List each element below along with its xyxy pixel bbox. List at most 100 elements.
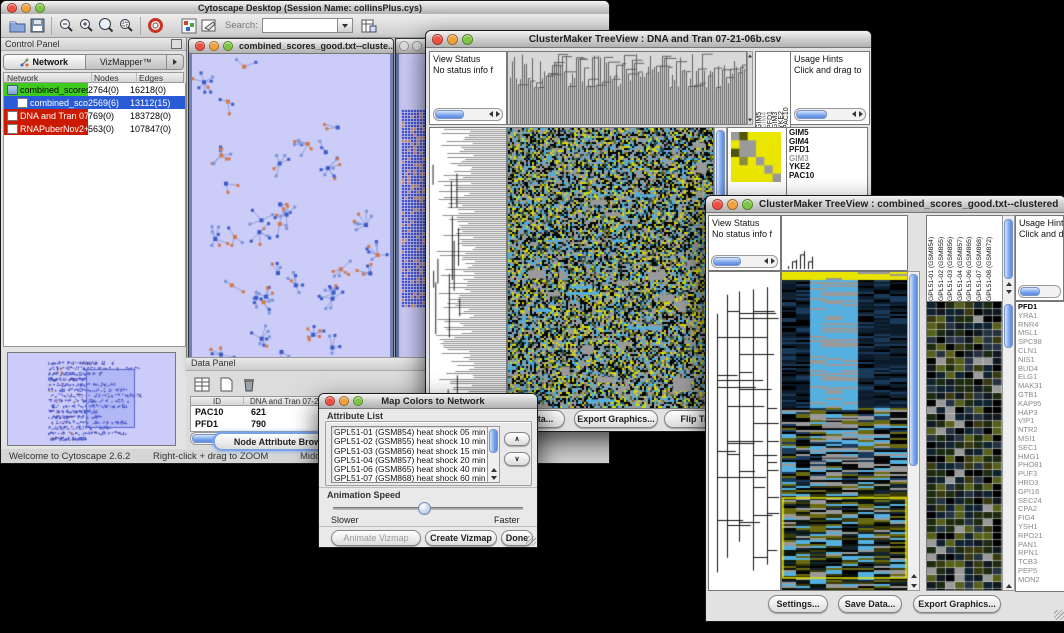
open-file-icon[interactable]	[7, 16, 27, 36]
network-list-row[interactable]: RNAPuberNov2+ 563(0) 107847(0)	[4, 122, 185, 135]
view-status-scrollbar[interactable]	[433, 108, 503, 121]
delete-attribute-icon[interactable]	[238, 374, 258, 394]
map-colors-dialog[interactable]: Map Colors to Network Attribute List GPL…	[318, 393, 538, 548]
zoom-button[interactable]	[462, 34, 473, 45]
minimize-button[interactable]	[21, 3, 31, 13]
create-vizmap-button[interactable]: Create Vizmap	[425, 530, 497, 546]
tv2-column-dendrogram[interactable]	[781, 215, 908, 271]
more-tabs-button[interactable]	[167, 54, 184, 70]
help-lifering-icon[interactable]	[145, 16, 165, 36]
main-titlebar[interactable]: Cytoscape Desktop (Session Name: collins…	[1, 1, 609, 15]
save-icon[interactable]	[27, 16, 47, 36]
zoom-button[interactable]	[35, 3, 45, 13]
tv1-row-dendrogram[interactable]	[429, 127, 507, 409]
network-canvas[interactable]	[189, 54, 393, 371]
new-attribute-icon[interactable]	[216, 374, 236, 394]
zoom-button[interactable]	[742, 199, 753, 210]
resize-grip[interactable]	[526, 536, 536, 546]
zoom-out-icon[interactable]	[56, 16, 76, 36]
network-list-row[interactable]: DNA and Tran 07 769(0) 183728(0)	[4, 109, 185, 122]
column-label[interactable]: GPL51-01 (GSM854)	[928, 217, 936, 301]
attribute-table-icon[interactable]	[192, 374, 212, 394]
close-button[interactable]	[325, 396, 335, 406]
search-input[interactable]	[262, 18, 338, 33]
annotation-icon[interactable]	[179, 16, 199, 36]
tv1-heatmap[interactable]	[507, 127, 714, 409]
treeview2-titlebar[interactable]: ClusterMaker TreeView : combined_scores_…	[706, 196, 1064, 213]
network-list-row[interactable]: combined_scores 2764(0) 16218(0)	[4, 83, 185, 96]
treeview2-window[interactable]: ClusterMaker TreeView : combined_scores_…	[705, 195, 1064, 622]
window-controls[interactable]	[189, 41, 239, 51]
tv2-zoom-heatmap[interactable]	[926, 301, 1003, 591]
gene-label[interactable]: MON2	[1018, 576, 1064, 585]
zoom-button[interactable]	[223, 41, 233, 51]
edit-page-icon[interactable]	[199, 16, 219, 36]
tv2-row-dendrogram[interactable]	[708, 271, 781, 591]
attribute-list-item[interactable]: GPL51-07 (GSM868) heat shock 60 min	[334, 474, 486, 483]
column-dendrogram-canvas[interactable]	[782, 216, 907, 270]
window-controls[interactable]	[706, 199, 759, 210]
tv1-splitter[interactable]	[747, 51, 753, 125]
zoom-in-icon[interactable]	[76, 16, 96, 36]
row-dendrogram-canvas[interactable]	[430, 128, 506, 408]
tv2-heatmap-vscroll[interactable]	[907, 271, 920, 591]
network-table-header[interactable]: Network Nodes Edges	[3, 72, 184, 83]
minimize-button[interactable]	[339, 396, 349, 406]
window-controls[interactable]	[426, 34, 479, 45]
tv2-settings-button[interactable]: Settings...	[768, 595, 828, 613]
zoom-heatmap-canvas[interactable]	[731, 132, 781, 182]
column-label[interactable]: GPL51-03 (GSM856)	[947, 217, 955, 301]
heatmap-canvas[interactable]	[508, 128, 713, 408]
dialog-titlebar[interactable]: Map Colors to Network	[319, 394, 537, 409]
move-up-button[interactable]: ∧	[504, 432, 530, 446]
gene-label[interactable]: PAC10	[789, 172, 871, 181]
usage-hints-scrollbar[interactable]	[1018, 285, 1061, 298]
heatmap-canvas[interactable]	[782, 272, 907, 590]
network-view-window[interactable]: combined_scores_good.txt--cluste...	[188, 38, 394, 372]
close-button[interactable]	[712, 199, 723, 210]
attribute-list-scrollbar[interactable]	[487, 426, 500, 483]
column-label[interactable]: GPL51-07 (GSM868)	[976, 217, 984, 301]
tab-network[interactable]: Network	[3, 54, 86, 70]
float-panel-icon[interactable]	[171, 39, 182, 49]
usage-hints-scrollbar[interactable]	[794, 108, 866, 121]
minimize-button[interactable]	[412, 41, 422, 51]
zoom-selected-icon[interactable]	[116, 16, 136, 36]
table-export-icon[interactable]	[359, 16, 379, 36]
minimize-button[interactable]	[727, 199, 738, 210]
zoom-heatmap-canvas[interactable]	[927, 302, 1002, 590]
window-controls[interactable]	[1, 3, 51, 13]
treeview1-titlebar[interactable]: ClusterMaker TreeView : DNA and Tran 07-…	[426, 31, 871, 48]
tv2-export-graphics-button[interactable]: Export Graphics...	[913, 595, 1001, 613]
column-dendrogram-canvas[interactable]	[508, 52, 746, 124]
zoom-button[interactable]	[353, 396, 363, 406]
column-label[interactable]: GPL51-06 (GSM865)	[966, 217, 974, 301]
column-label[interactable]: GPL51-04 (GSM857)	[957, 217, 965, 301]
column-label[interactable]: GPL51-08 (GSM872)	[986, 217, 994, 301]
birdseye-canvas[interactable]	[8, 353, 175, 445]
animate-vizmap-button[interactable]: Animate Vizmap	[331, 530, 421, 546]
close-button[interactable]	[7, 3, 17, 13]
tv1-export-graphics-button[interactable]: Export Graphics...	[574, 410, 658, 428]
tv2-save-data-button[interactable]: Save Data...	[838, 595, 902, 613]
network-view-titlebar[interactable]: combined_scores_good.txt--cluste...	[189, 39, 393, 54]
minimize-button[interactable]	[209, 41, 219, 51]
tv2-gene-vscroll[interactable]	[1002, 215, 1015, 591]
window-controls[interactable]	[396, 41, 425, 51]
close-button[interactable]	[399, 41, 409, 51]
column-label[interactable]: PAC10	[784, 53, 789, 129]
view-status-scrollbar[interactable]	[711, 255, 778, 268]
animation-speed-thumb[interactable]	[418, 502, 431, 515]
tv2-heatmap[interactable]	[781, 271, 908, 591]
search-dropdown-button[interactable]	[338, 18, 353, 33]
column-label[interactable]: GPL51-02 (GSM855)	[938, 217, 946, 301]
close-button[interactable]	[432, 34, 443, 45]
tv1-column-dendrogram[interactable]	[507, 51, 747, 125]
birdseye-panel[interactable]	[7, 352, 176, 446]
zoom-fit-icon[interactable]	[96, 16, 116, 36]
window-controls[interactable]	[319, 396, 369, 406]
minimize-button[interactable]	[447, 34, 458, 45]
move-down-button[interactable]: ∨	[504, 452, 530, 466]
attribute-list[interactable]: GPL51-01 (GSM854) heat shock 05 minGPL51…	[331, 426, 489, 483]
row-dendrogram-canvas[interactable]	[709, 272, 780, 590]
